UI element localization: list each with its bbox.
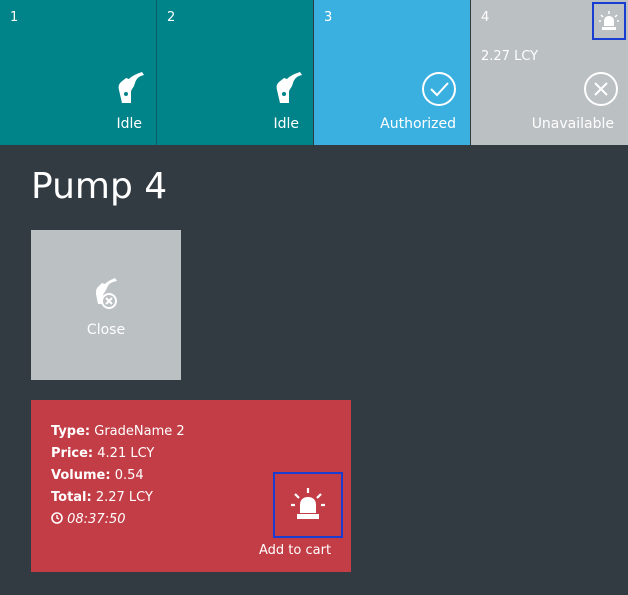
- volume-value: 0.54: [114, 468, 144, 483]
- price-label: Price:: [51, 446, 94, 461]
- add-to-cart-label[interactable]: Add to cart: [259, 543, 331, 558]
- volume-label: Volume:: [51, 468, 111, 483]
- alarm-button[interactable]: [273, 472, 343, 538]
- type-value: GradeName 2: [94, 424, 185, 439]
- price-value: 4.21 LCY: [97, 446, 155, 461]
- pump-number: 3: [324, 10, 333, 25]
- check-circle-icon: [421, 71, 457, 111]
- pump-status: Authorized: [380, 116, 456, 132]
- pump-number: 2: [167, 10, 176, 25]
- pump-tile-3[interactable]: 3 Authorized: [314, 0, 470, 145]
- x-circle-icon: [583, 71, 619, 111]
- siren-icon: [291, 488, 325, 519]
- type-label: Type:: [51, 424, 91, 439]
- pump-status: Unavailable: [531, 116, 614, 132]
- total-value: 2.27 LCY: [95, 490, 153, 505]
- total-label: Total:: [51, 490, 92, 505]
- type-line: Type: GradeName 2: [51, 424, 185, 439]
- close-label: Close: [86, 322, 126, 338]
- transaction-card[interactable]: Type: GradeName 2 Price: 4.21 LCY Volume…: [31, 400, 351, 572]
- pump-status: Idle: [273, 116, 299, 132]
- alarm-indicator[interactable]: [592, 2, 626, 40]
- transaction-time: 08:37:50: [67, 512, 126, 527]
- clock-icon: [51, 512, 67, 527]
- time-line: 08:37:50: [51, 512, 126, 527]
- price-line: Price: 4.21 LCY: [51, 446, 154, 461]
- siren-icon: [599, 11, 619, 30]
- volume-line: Volume: 0.54: [51, 468, 144, 483]
- pump-status: Idle: [116, 116, 142, 132]
- page-title: Pump 4: [31, 166, 168, 207]
- fuel-nozzle-icon: [112, 70, 148, 110]
- total-line: Total: 2.27 LCY: [51, 490, 153, 505]
- fuel-nozzle-icon: [270, 70, 306, 110]
- pump-amount: 2.27 LCY: [481, 49, 539, 64]
- fuel-nozzle-x-icon: [91, 276, 121, 316]
- pump-tile-1[interactable]: 1 Idle: [0, 0, 156, 145]
- pump-number: 4: [481, 10, 490, 25]
- pump-number: 1: [10, 10, 19, 25]
- pump-tile-2[interactable]: 2 Idle: [157, 0, 313, 145]
- pump-tile-4[interactable]: 4 2.27 LCY Unavailable: [471, 0, 628, 145]
- close-pump-button[interactable]: Close: [31, 230, 181, 380]
- pump-bar: 1 Idle 2 Idle 3 Authorized 4 2.27 LCY Un…: [0, 0, 628, 145]
